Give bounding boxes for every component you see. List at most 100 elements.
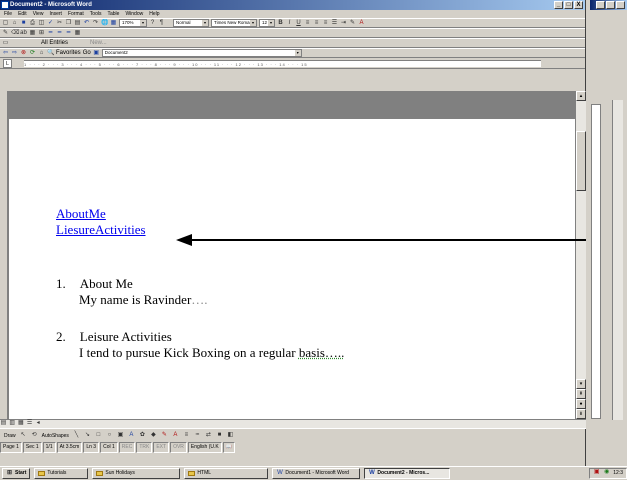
border-dropdown-icon[interactable]: ▦ <box>74 30 81 37</box>
address-input[interactable]: Document2 ▾ <box>101 49 302 57</box>
favorites-menu[interactable]: Favorites <box>56 50 81 56</box>
print-preview-icon[interactable]: ◫ <box>38 20 45 27</box>
back-arrow-icon[interactable]: ⇦ <box>2 50 9 57</box>
vertical-ruler[interactable] <box>0 91 8 419</box>
menu-view[interactable]: View <box>33 10 44 18</box>
autoshapes-menu[interactable]: AutoShapes <box>42 433 69 439</box>
minimize-button[interactable]: _ <box>554 1 563 9</box>
autotext-icon[interactable]: ▭ <box>2 40 9 47</box>
draw-table-icon[interactable]: ✎ <box>2 30 9 37</box>
align-center-icon[interactable]: ≡ <box>313 20 320 27</box>
font-color-icon[interactable]: A <box>358 20 365 27</box>
textbox-icon[interactable]: ▣ <box>117 432 124 439</box>
status-ext[interactable]: EXT <box>153 442 170 453</box>
show-web-toolbar-icon[interactable]: ▣ <box>93 50 100 57</box>
scroll-thumb[interactable] <box>576 131 586 191</box>
line-style-icon[interactable]: ≡ <box>183 432 190 439</box>
hyperlink-icon[interactable]: 🌐 <box>101 20 108 27</box>
scroll-left-button[interactable]: ◂ <box>35 420 42 427</box>
tab-selector[interactable]: L <box>3 59 12 68</box>
menu-file[interactable]: File <box>4 10 12 18</box>
bold-icon[interactable]: B <box>277 20 284 27</box>
task-tutorials[interactable]: Tutorials <box>34 468 89 479</box>
task-document1[interactable]: W Document1 - Microsoft Word <box>272 468 361 479</box>
insert-table-icon[interactable]: ▦ <box>29 30 36 37</box>
tables-icon[interactable]: ▦ <box>110 20 117 27</box>
paste-icon[interactable]: ▤ <box>74 20 81 27</box>
status-trk[interactable]: TRK <box>136 442 153 453</box>
menu-format[interactable]: Format <box>68 10 84 18</box>
line-icon[interactable]: ╲ <box>73 432 80 439</box>
copy-icon[interactable]: ❐ <box>65 20 72 27</box>
autotext-new-button[interactable]: New... <box>90 40 107 46</box>
numbering-icon[interactable]: ☰ <box>331 20 338 27</box>
tray-icon[interactable]: ▣ <box>593 469 600 476</box>
size-select[interactable]: 12 ▾ <box>259 19 275 27</box>
align-left-icon[interactable]: ≡ <box>304 20 311 27</box>
forward-arrow-icon[interactable]: ⇨ <box>11 50 18 57</box>
horizontal-scrollbar[interactable]: ▤ ▥ ▦ ☰ ◂ <box>0 419 586 428</box>
arrow-icon[interactable]: ↘ <box>84 432 91 439</box>
second-close-button[interactable] <box>616 1 625 9</box>
menu-tools[interactable]: Tools <box>90 10 102 18</box>
task-document2[interactable]: W Document2 - Micros... <box>364 468 451 479</box>
indent-icon[interactable]: ⇥ <box>340 20 347 27</box>
border-top-icon[interactable]: ━ <box>47 30 54 37</box>
dash-style-icon[interactable]: ┅ <box>194 432 201 439</box>
menu-help[interactable]: Help <box>149 10 159 18</box>
home-icon[interactable]: ⌂ <box>38 50 45 57</box>
shadow-icon[interactable]: ■ <box>216 432 223 439</box>
second-minimize-button[interactable] <box>596 1 605 9</box>
maximize-button[interactable]: □ <box>564 1 573 9</box>
arrow-style-icon[interactable]: ⇄ <box>205 432 212 439</box>
italic-icon[interactable]: I <box>286 20 293 27</box>
free-rotate-icon[interactable]: ⟲ <box>31 432 38 439</box>
document-page[interactable]: AboutMe LiesureActivities 1. About Me My … <box>9 91 575 419</box>
close-button[interactable]: X <box>574 1 583 9</box>
menu-table[interactable]: Table <box>107 10 119 18</box>
cut-icon[interactable]: ✂ <box>56 20 63 27</box>
rectangle-icon[interactable]: □ <box>95 432 102 439</box>
merge-cells-icon[interactable]: ⊞ <box>38 30 45 37</box>
show-hide-icon[interactable]: ¶ <box>158 20 165 27</box>
status-ovr[interactable]: OVR <box>170 442 187 453</box>
fill-color-icon[interactable]: ◆ <box>150 432 157 439</box>
link-about-me[interactable]: AboutMe <box>56 206 146 222</box>
3d-icon[interactable]: ◧ <box>227 432 234 439</box>
refresh-icon[interactable]: ⟳ <box>29 50 36 57</box>
prev-page-button[interactable]: ⇞ <box>576 389 586 399</box>
link-leisure-activities[interactable]: LiesureActivities <box>56 222 146 238</box>
spelling-icon[interactable]: ✓ <box>47 20 54 27</box>
save-icon[interactable]: ■ <box>20 20 27 27</box>
undo-icon[interactable]: ↶ <box>83 20 90 27</box>
second-window-scrollbar[interactable] <box>612 100 623 420</box>
print-layout-icon[interactable]: ▦ <box>17 420 24 427</box>
second-maximize-button[interactable] <box>606 1 615 9</box>
align-right-icon[interactable]: ≡ <box>322 20 329 27</box>
select-objects-icon[interactable]: ↖ <box>20 432 27 439</box>
task-html[interactable]: HTML <box>184 468 269 479</box>
select-browse-object-button[interactable]: ● <box>576 399 586 409</box>
menu-edit[interactable]: Edit <box>18 10 27 18</box>
line-color-icon[interactable]: ✎ <box>161 432 168 439</box>
vertical-scrollbar[interactable]: ▴ ▾ ⇞ ● ⇟ <box>575 91 586 419</box>
status-rec[interactable]: REC <box>118 442 136 453</box>
start-button[interactable]: ⊞ Start <box>2 468 31 479</box>
border-middle-icon[interactable]: ━ <box>56 30 63 37</box>
help-icon[interactable]: ? <box>149 20 156 27</box>
oval-icon[interactable]: ○ <box>106 432 113 439</box>
highlight-icon[interactable]: ✎ <box>349 20 356 27</box>
style-select[interactable]: Normal ▾ <box>173 19 209 27</box>
open-folder-icon[interactable]: ⌂ <box>11 20 18 27</box>
go-menu[interactable]: Go <box>83 50 91 56</box>
wordart-icon[interactable]: A <box>128 432 135 439</box>
autotext-entries[interactable]: All Entries <box>41 40 68 46</box>
menu-window[interactable]: Window <box>125 10 143 18</box>
abc-icon[interactable]: ab <box>20 30 27 37</box>
menu-insert[interactable]: Insert <box>49 10 62 18</box>
eraser-icon[interactable]: ⌫ <box>11 30 19 37</box>
underline-icon[interactable]: U <box>295 20 302 27</box>
web-layout-icon[interactable]: ▥ <box>9 420 16 427</box>
redo-icon[interactable]: ↷ <box>92 20 99 27</box>
spelling-status-icon[interactable]: 📖 <box>222 442 235 453</box>
